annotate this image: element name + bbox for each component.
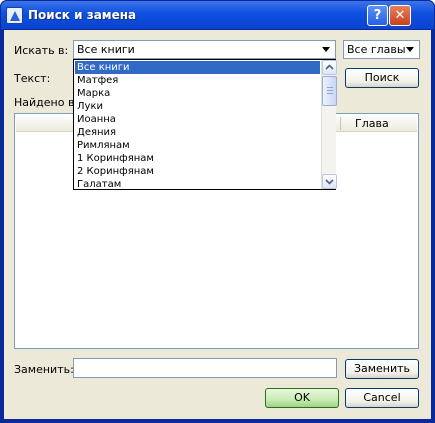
text-label: Текст: bbox=[14, 72, 51, 85]
dropdown-item[interactable]: 2 Коринфянам bbox=[75, 165, 320, 178]
search-button[interactable]: Поиск bbox=[345, 68, 419, 88]
book-select-value: Все книги bbox=[77, 43, 135, 56]
dropdown-item[interactable]: Галатам bbox=[75, 178, 320, 191]
window-border bbox=[0, 419, 435, 423]
chevron-down-icon[interactable] bbox=[403, 42, 418, 57]
chevron-down-icon[interactable] bbox=[319, 42, 334, 57]
close-button[interactable]: ✕ bbox=[389, 5, 411, 26]
thumb-grip bbox=[327, 90, 333, 91]
book-select[interactable]: Все книги bbox=[73, 40, 336, 59]
dropdown-item[interactable]: 1 Коринфянам bbox=[75, 152, 320, 165]
scroll-down-button[interactable] bbox=[322, 174, 337, 189]
window-title: Поиск и замена bbox=[28, 8, 137, 22]
app-icon bbox=[6, 7, 23, 24]
book-dropdown-list[interactable]: Все книги Матфея Марка Луки Иоанна Деяни… bbox=[73, 59, 337, 191]
thumb-grip bbox=[327, 93, 333, 94]
replace-button[interactable]: Заменить bbox=[345, 359, 419, 379]
scroll-up-button[interactable] bbox=[322, 60, 337, 75]
cancel-button[interactable]: Cancel bbox=[345, 388, 419, 408]
replace-label: Заменить: bbox=[14, 363, 74, 376]
dropdown-item[interactable]: Матфея bbox=[75, 74, 320, 87]
dropdown-item[interactable]: Луки bbox=[75, 100, 320, 113]
column-separator bbox=[340, 117, 341, 130]
ok-button[interactable]: OK bbox=[265, 388, 339, 408]
chevron-up-icon bbox=[325, 64, 334, 70]
dropdown-item[interactable]: Марка bbox=[75, 87, 320, 100]
scroll-thumb[interactable] bbox=[322, 76, 337, 106]
chapter-select-value: Все главы bbox=[347, 43, 406, 56]
column-header-chapter[interactable]: Глава bbox=[355, 117, 389, 130]
title-bar[interactable]: Поиск и замена ? ✕ bbox=[0, 0, 435, 30]
dialog-window: Поиск и замена ? ✕ Искать в: Все книги В… bbox=[0, 0, 435, 423]
dropdown-item[interactable]: Иоанна bbox=[75, 113, 320, 126]
dropdown-item[interactable]: Римлянам bbox=[75, 139, 320, 152]
dropdown-scrollbar[interactable] bbox=[321, 60, 337, 189]
chevron-down-icon bbox=[325, 179, 334, 185]
help-button[interactable]: ? bbox=[367, 5, 388, 26]
thumb-grip bbox=[327, 87, 333, 88]
dropdown-item[interactable]: Деяния bbox=[75, 126, 320, 139]
chapter-select[interactable]: Все главы bbox=[343, 40, 420, 59]
dropdown-item-all-books[interactable]: Все книги bbox=[75, 61, 320, 74]
replace-input[interactable] bbox=[73, 358, 337, 378]
search-in-label: Искать в: bbox=[14, 44, 69, 57]
